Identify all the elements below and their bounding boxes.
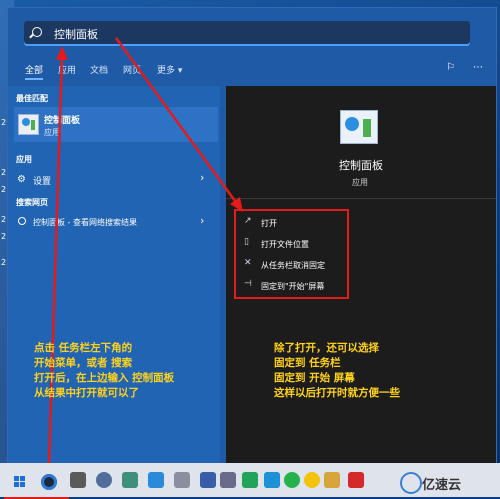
folder-icon[interactable] — [324, 472, 340, 488]
watermark-logo-icon — [400, 472, 422, 494]
app-icon[interactable] — [148, 472, 164, 488]
app-icon[interactable] — [220, 472, 236, 488]
app-icon[interactable] — [284, 472, 300, 488]
app-icon[interactable] — [174, 472, 190, 488]
arrow-head — [56, 46, 68, 60]
annotation-line: 除了打开，还可以选择 — [274, 342, 379, 354]
annotation-line: 从结果中打开就可以了 — [34, 387, 139, 399]
start-button[interactable] — [14, 476, 26, 488]
annotation-line: 开始菜单，或者 搜索 — [34, 357, 133, 369]
app-icon[interactable] — [304, 472, 320, 488]
annotation-line: 打开后，在上边输入 控制面板 — [34, 372, 175, 384]
arrow-head — [230, 197, 243, 212]
app-icon[interactable] — [200, 472, 216, 488]
taskbar-search-icon[interactable] — [41, 474, 57, 490]
settings-gear-icon[interactable] — [96, 472, 112, 488]
app-icon[interactable] — [122, 472, 138, 488]
annotation-line: 固定到 开始 屏幕 — [274, 372, 355, 384]
annotation-line: 这样以后打开时就方便一些 — [274, 387, 400, 399]
arrow-line-start — [47, 55, 64, 464]
annotation-left: 点击 任务栏左下角的 开始菜单，或者 搜索 打开后，在上边输入 控制面板 从结果… — [34, 341, 174, 401]
annotation-right: 除了打开，还可以选择 固定到 任务栏 固定到 开始 屏幕 这样以后打开时就方便一… — [274, 341, 400, 401]
app-icon[interactable] — [242, 472, 258, 488]
arrow-line-search — [114, 37, 240, 206]
annotation-line: 点击 任务栏左下角的 — [34, 342, 133, 354]
annotation-arrows — [47, 37, 243, 464]
taskview-icon[interactable] — [70, 472, 86, 488]
watermark-text: 亿速云 — [422, 478, 462, 493]
app-icon[interactable] — [348, 472, 364, 488]
annotation-line: 固定到 任务栏 — [274, 357, 341, 369]
app-icon[interactable] — [264, 472, 280, 488]
